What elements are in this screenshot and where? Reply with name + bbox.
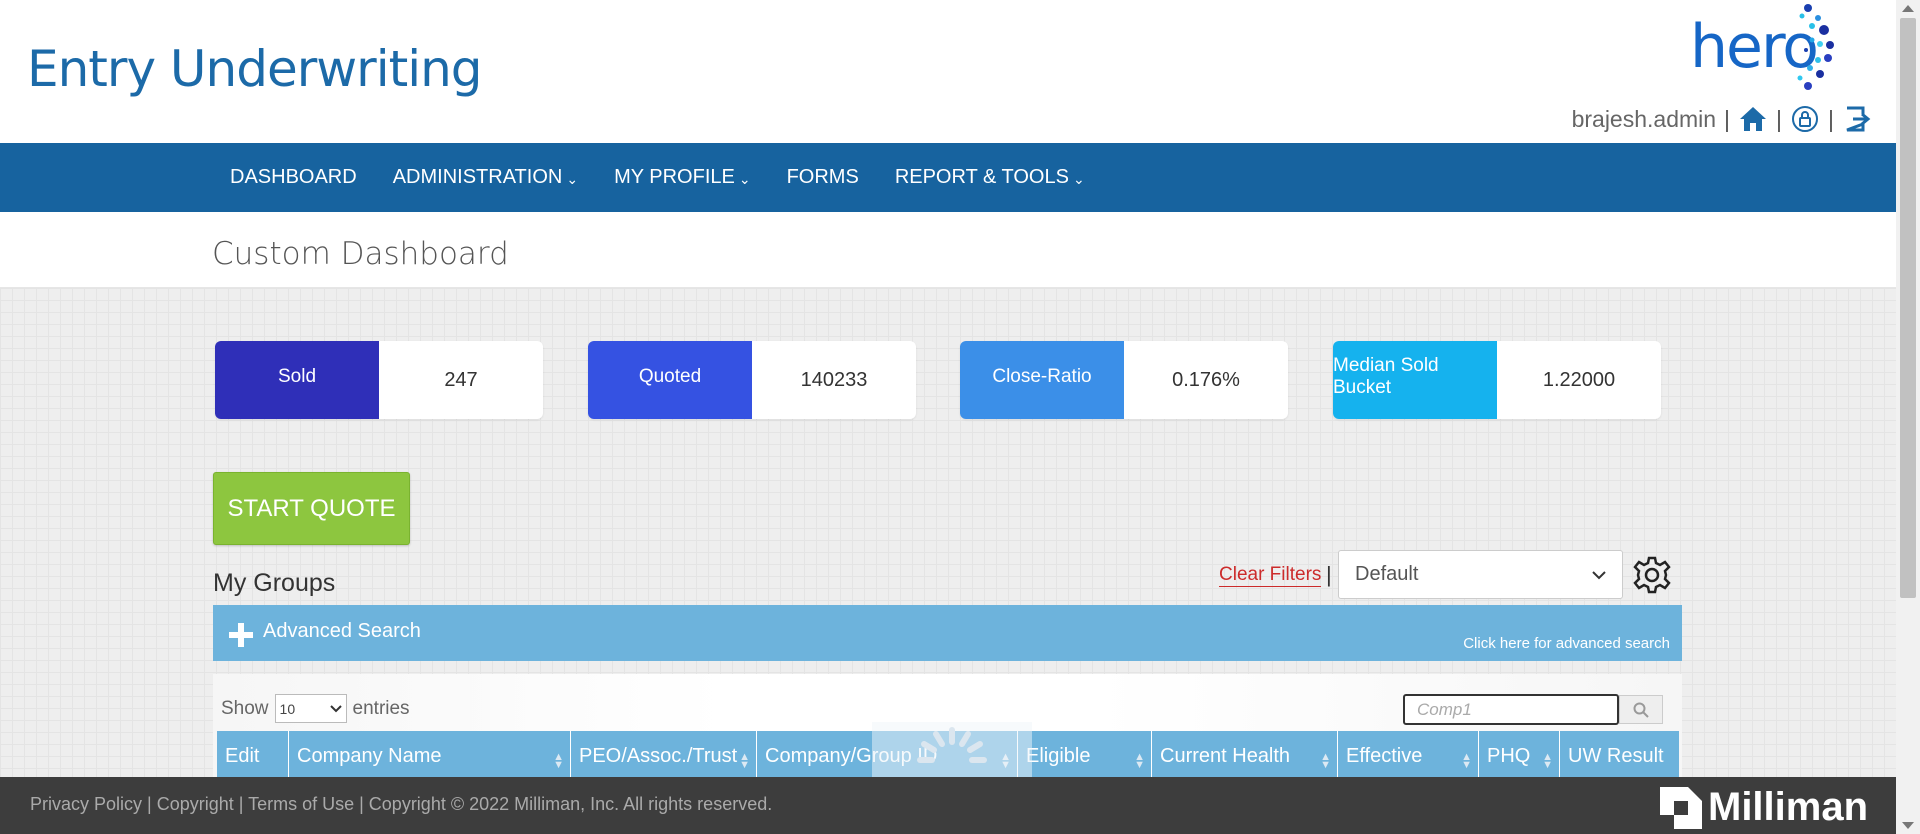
kpi-value: 140233: [800, 368, 868, 391]
column-header-peo-assoc-trust[interactable]: PEO/Assoc./Trust ▲ ▼: [571, 731, 757, 777]
user-bar: brajesh.admin | | |: [1572, 104, 1872, 134]
separator: |: [1776, 105, 1783, 132]
sort-icon: ▲▼: [1542, 751, 1553, 771]
loading-overlay: [872, 722, 1032, 777]
sort-icon: ▲▼: [739, 751, 750, 771]
chevron-down-icon: ⌄: [1072, 171, 1085, 187]
advanced-search-hint: Click here for advanced search: [1463, 635, 1670, 652]
username: brajesh.admin: [1571, 105, 1717, 132]
kpi-label: Sold: [215, 341, 379, 419]
nav-label: FORMS: [786, 166, 859, 188]
chevron-down-icon: [329, 704, 342, 712]
page-scrollbar[interactable]: [1896, 0, 1920, 834]
kpi-card-close-ratio: Close-Ratio 0.176%: [960, 341, 1288, 419]
separator: |: [1724, 105, 1731, 132]
kpi-card-sold: Sold 247: [215, 341, 543, 419]
footer-links[interactable]: Privacy Policy | Copyright | Terms of Us…: [30, 794, 772, 815]
column-header-effective[interactable]: Effective ▲ ▼: [1338, 731, 1479, 777]
page-length-select[interactable]: 10: [274, 694, 347, 723]
kpi-label: Close-Ratio: [960, 341, 1124, 419]
search-button[interactable]: [1619, 695, 1663, 724]
view-select-value: Default: [1355, 563, 1419, 585]
page-length-control: Show 10 entries: [221, 694, 410, 723]
plus-icon: [229, 623, 253, 647]
clear-filters-link[interactable]: Clear Filters: [1219, 564, 1322, 587]
column-header-company-name[interactable]: Company Name ▲ ▼: [289, 731, 571, 777]
sort-icon: ▲▼: [1320, 751, 1331, 771]
kpi-label: Quoted: [588, 341, 752, 419]
chevron-down-icon: ⌄: [566, 171, 579, 187]
loading-spinner-icon: [917, 727, 987, 763]
hero-logo-dots: [1797, 4, 1834, 90]
advanced-search-label: Advanced Search: [263, 620, 421, 642]
kpi-card-quoted: Quoted 140233: [588, 341, 916, 419]
header: Entry Underwriting hero brajesh.admin | …: [0, 0, 1896, 143]
my-groups-title: My Groups: [213, 569, 336, 597]
logout-icon[interactable]: [1842, 104, 1872, 134]
sort-icon: ▲▼: [1134, 751, 1145, 771]
kpi-value: 247: [444, 368, 478, 391]
separator: |: [1828, 105, 1834, 132]
column-header-uw-result: UW Result: [1568, 745, 1664, 767]
kpi-value: 0.176%: [1172, 368, 1240, 391]
nav-report-tools[interactable]: REPORT & TOOLS ⌄: [877, 143, 1103, 212]
page-header: Custom Dashboard: [0, 212, 1896, 288]
nav-administration[interactable]: ADMINISTRATION ⌄: [375, 143, 596, 212]
hero-logo: hero: [1690, 0, 1870, 100]
nav-label: MY PROFILE: [614, 166, 735, 188]
nav-label: REPORT & TOOLS: [894, 166, 1069, 188]
entries-label: entries: [352, 697, 410, 719]
nav-forms[interactable]: FORMS: [769, 143, 877, 212]
kpi-label: Median Sold Bucket: [1333, 341, 1497, 419]
scroll-down-icon[interactable]: [1902, 822, 1914, 829]
column-header-eligible[interactable]: Eligible ▲ ▼: [1018, 731, 1152, 777]
column-header-phq[interactable]: PHQ ▲ ▼: [1479, 731, 1560, 777]
column-header-current-health[interactable]: Current Health ▲ ▼: [1152, 731, 1338, 777]
sort-icon: ▲▼: [553, 751, 564, 771]
app-title: Entry Underwriting: [27, 40, 483, 98]
milliman-logo: Milliman: [1660, 785, 1868, 830]
milliman-brand: Milliman: [1708, 785, 1869, 829]
scroll-thumb[interactable]: [1900, 18, 1916, 598]
search-icon: [1633, 702, 1649, 718]
nav-label: ADMINISTRATION: [392, 166, 563, 188]
kpi-card-median-sold-bucket: Median Sold Bucket 1.22000: [1333, 341, 1661, 419]
chevron-down-icon: ⌄: [738, 171, 751, 187]
main-nav: DASHBOARD ADMINISTRATION ⌄ MY PROFILE ⌄ …: [0, 143, 1896, 212]
page-length-value: 10: [279, 700, 296, 717]
nav-dashboard[interactable]: DASHBOARD: [212, 143, 375, 212]
kpi-value: 1.22000: [1542, 368, 1616, 391]
milliman-logo-icon: [1660, 786, 1702, 829]
scroll-up-icon[interactable]: [1902, 5, 1914, 12]
nav-my-profile[interactable]: MY PROFILE ⌄: [596, 143, 769, 212]
sort-icon: ▲▼: [1461, 751, 1472, 771]
page-title: Custom Dashboard: [212, 236, 509, 272]
gear-icon[interactable]: [1632, 555, 1672, 595]
start-quote-button[interactable]: START QUOTE: [213, 472, 410, 545]
chevron-down-icon: [1592, 570, 1606, 579]
advanced-search-bar[interactable]: Advanced Search Click here for advanced …: [213, 605, 1682, 661]
nav-label: DASHBOARD: [230, 166, 357, 188]
table-search-input[interactable]: Comp1: [1403, 694, 1619, 725]
view-select[interactable]: Default: [1338, 550, 1623, 599]
home-icon[interactable]: [1738, 104, 1768, 134]
separator: |: [1326, 562, 1332, 587]
lock-icon[interactable]: [1790, 104, 1820, 134]
show-label: Show: [221, 697, 269, 719]
column-header-edit: Edit: [217, 731, 289, 777]
footer: Privacy Policy | Copyright | Terms of Us…: [0, 777, 1896, 834]
